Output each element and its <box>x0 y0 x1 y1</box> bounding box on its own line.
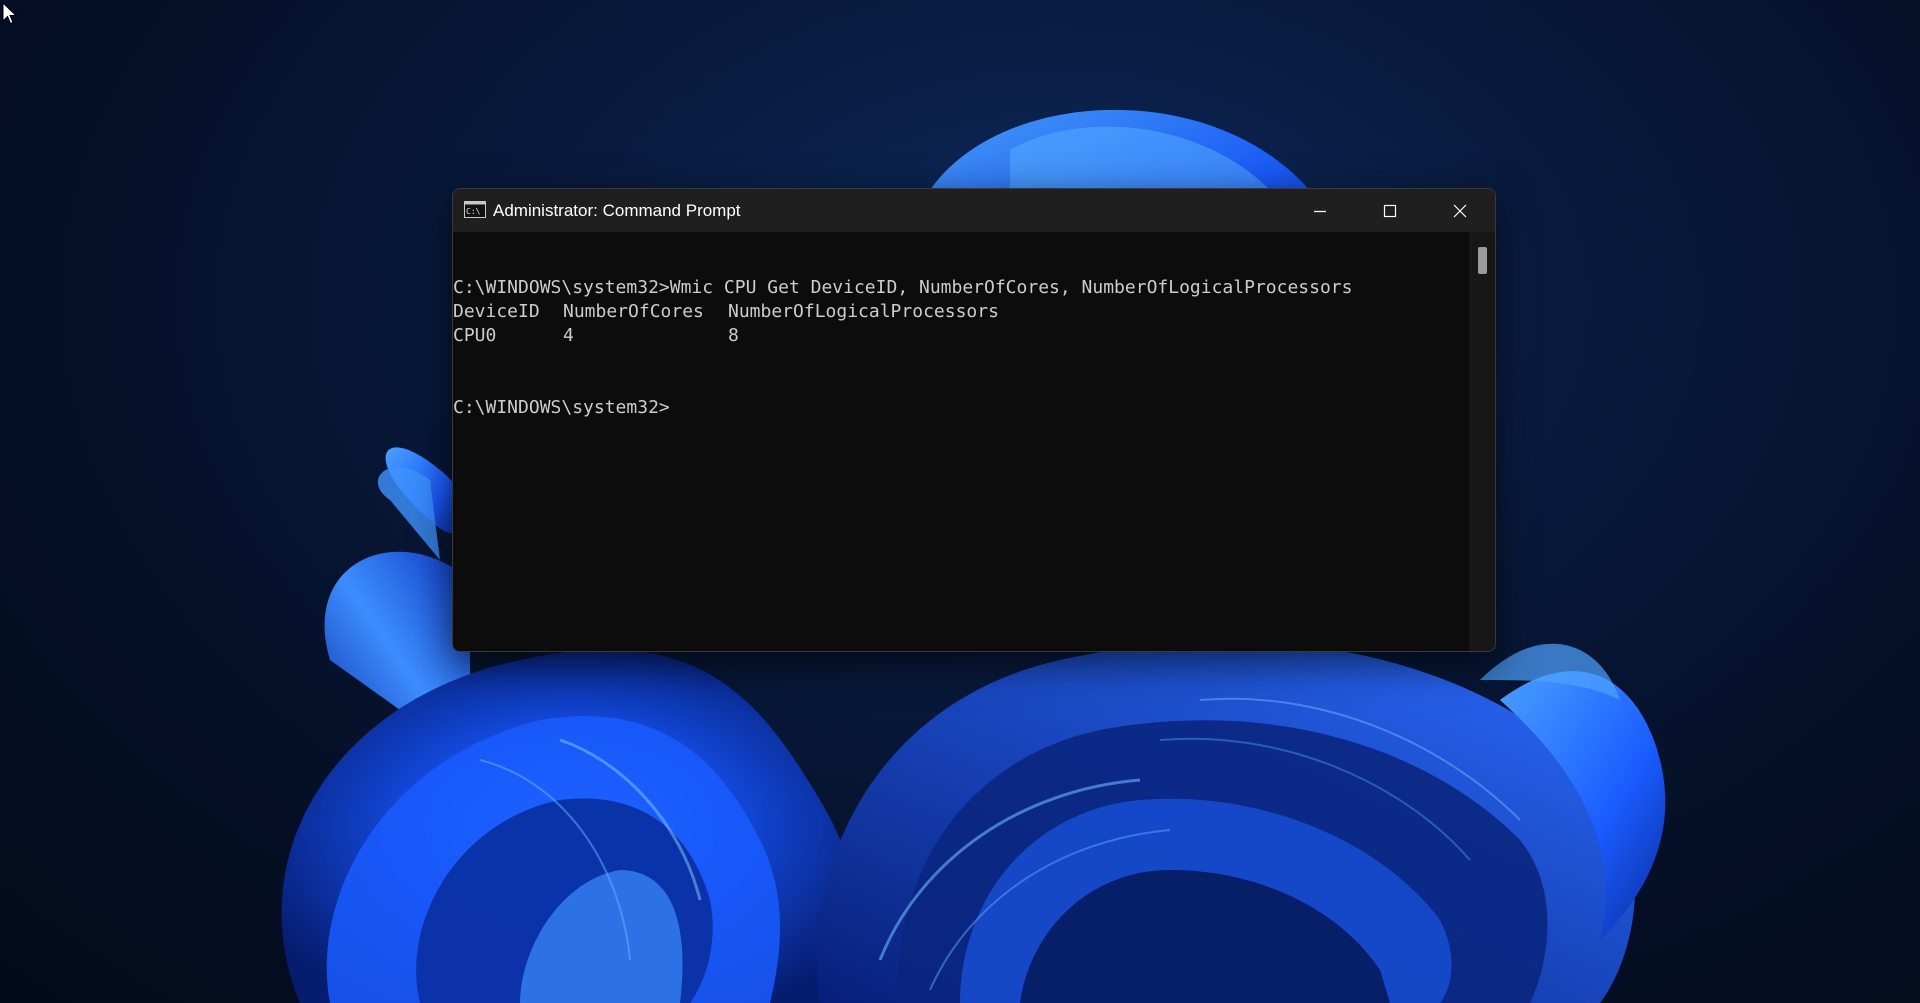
command-line: C:\WINDOWS\system32>Wmic CPU Get DeviceI… <box>453 277 1353 298</box>
maximize-icon <box>1383 204 1397 218</box>
cell-device-id: CPU0 <box>453 325 497 346</box>
maximize-button[interactable] <box>1355 189 1425 232</box>
minimize-icon <box>1314 210 1326 213</box>
command-prompt-window[interactable]: C:\ Administrator: Command Prompt C:\WIN… <box>452 188 1496 652</box>
title-bar[interactable]: C:\ Administrator: Command Prompt <box>453 189 1495 232</box>
close-button[interactable] <box>1425 189 1495 232</box>
table-row: CPU0 4 8 <box>453 324 1453 348</box>
close-icon <box>1453 204 1467 218</box>
table-header-row: DeviceID NumberOfCores NumberOfLogicalPr… <box>453 300 1453 324</box>
prompt-line[interactable]: C:\WINDOWS\system32> <box>453 396 670 420</box>
cell-number-of-logical-processors: 8 <box>728 325 739 346</box>
header-number-of-logical-processors: NumberOfLogicalProcessors <box>728 301 999 322</box>
window-title: Administrator: Command Prompt <box>493 201 741 220</box>
desktop: C:\ Administrator: Command Prompt C:\WIN… <box>0 0 1920 1003</box>
console-output[interactable]: C:\WINDOWS\system32>Wmic CPU Get DeviceI… <box>453 232 1469 651</box>
minimize-button[interactable] <box>1285 189 1355 232</box>
header-number-of-cores: NumberOfCores <box>563 301 704 322</box>
scrollbar-thumb[interactable] <box>1478 247 1487 274</box>
cmd-icon: C:\ <box>464 201 486 218</box>
cell-number-of-cores: 4 <box>563 325 574 346</box>
svg-text:C:\: C:\ <box>466 207 481 216</box>
mouse-cursor-icon <box>2 2 18 25</box>
header-device-id: DeviceID <box>453 301 540 322</box>
vertical-scrollbar[interactable] <box>1469 232 1495 651</box>
